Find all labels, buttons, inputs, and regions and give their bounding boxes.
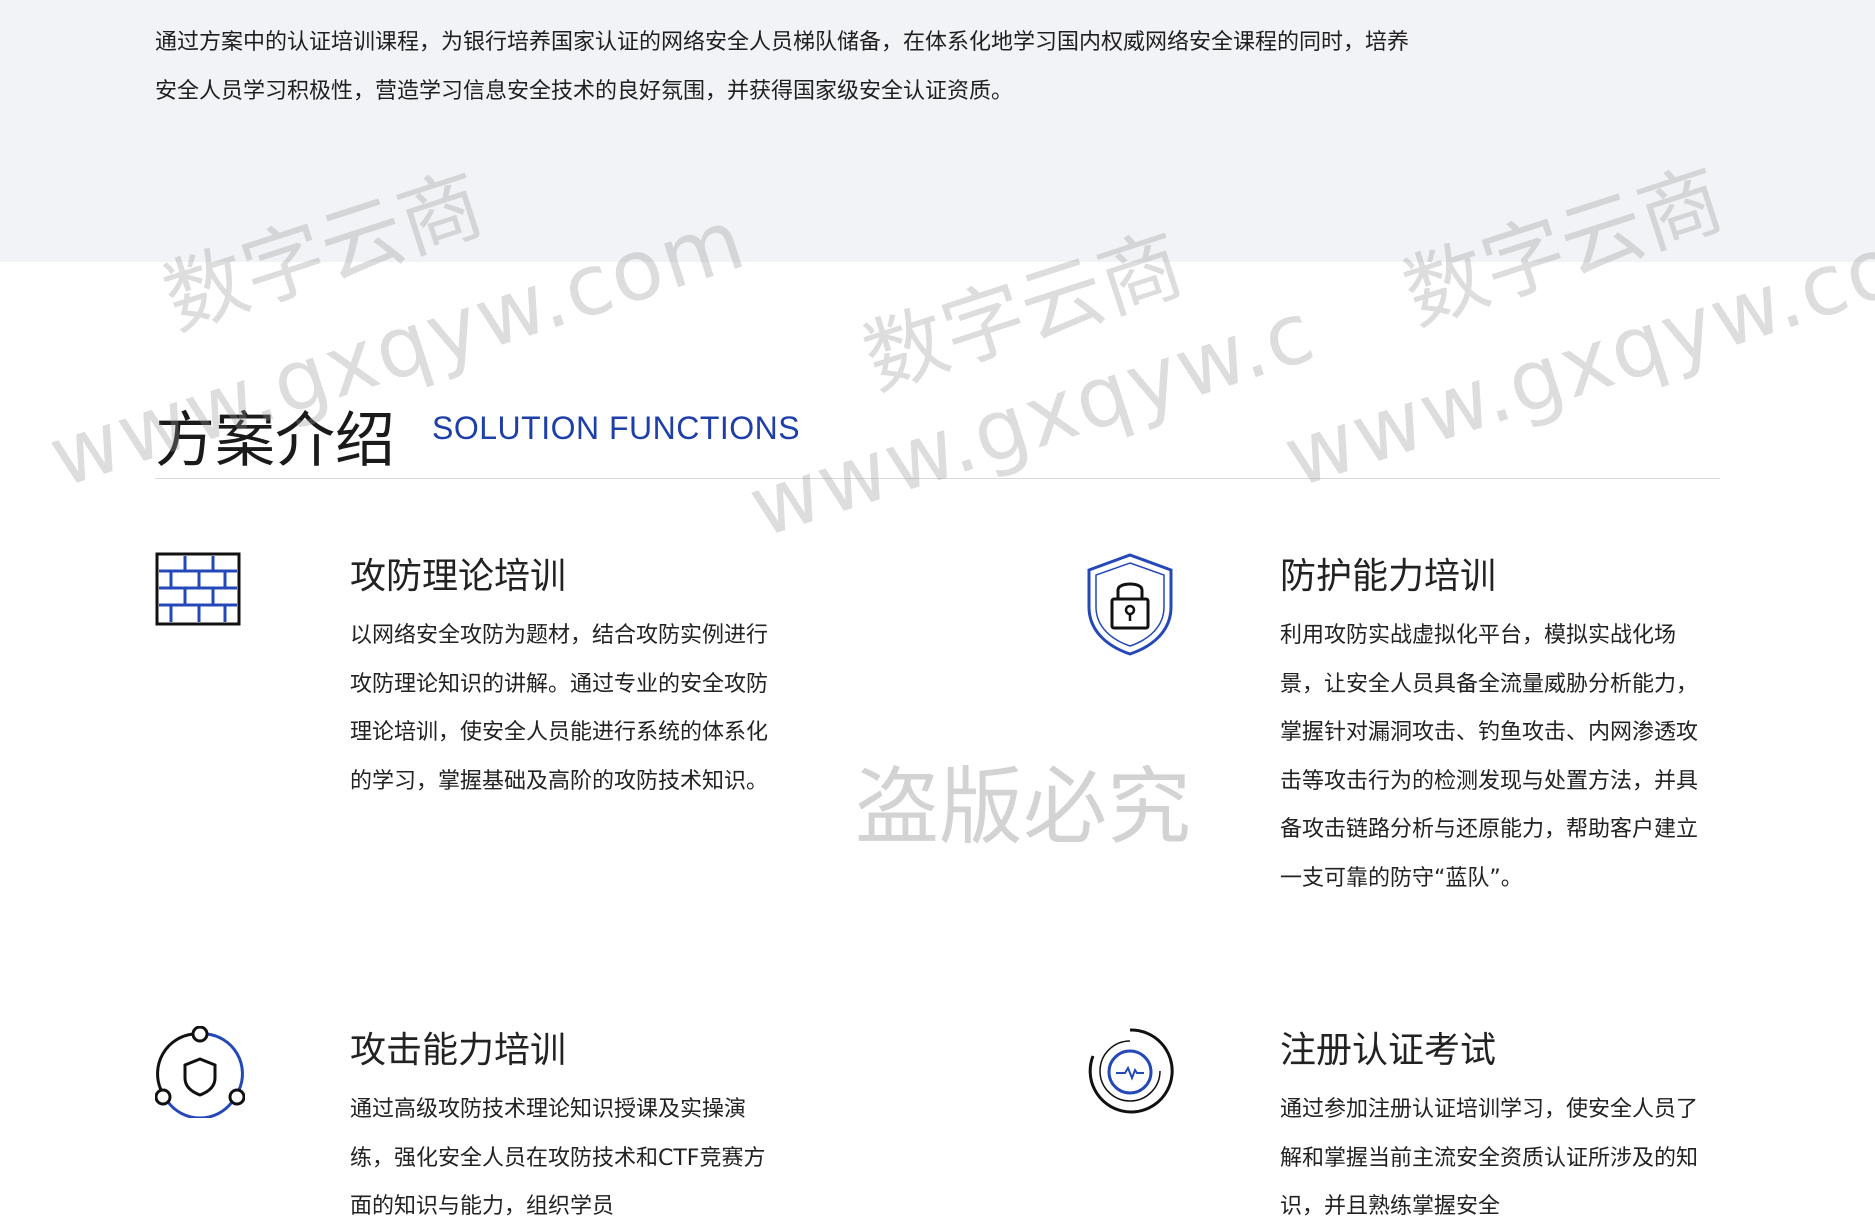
- certificate-pulse-icon: [1085, 1026, 1175, 1136]
- shield-lock-icon: [1085, 552, 1175, 662]
- feature-title: 注册认证考试: [1280, 1030, 1497, 1071]
- feature-title: 防护能力培训: [1280, 556, 1497, 597]
- section-title: 方案介绍: [155, 406, 395, 476]
- watermark-anti-piracy: 盗版必究: [855, 758, 1192, 856]
- shield-network-icon: [155, 1026, 245, 1136]
- feature-description: 通过高级攻防技术理论知识授课及实操演练，强化安全人员在攻防技术和CTF竞赛方面的…: [350, 1097, 766, 1219]
- firewall-brick-icon: [155, 552, 245, 662]
- section-subtitle: SOLUTION FUNCTIONS: [432, 410, 801, 446]
- intro-band: 通过方案中的认证培训课程，为银行培养国家认证的网络安全人员梯队储备，在体系化地学…: [0, 0, 1875, 262]
- feature-title: 攻防理论培训: [350, 556, 567, 597]
- intro-text: 通过方案中的认证培训课程，为银行培养国家认证的网络安全人员梯队储备，在体系化地学…: [155, 30, 1410, 104]
- feature-description: 利用攻防实战虚拟化平台，模拟实战化场景，让安全人员具备全流量威胁分析能力，掌握针…: [1280, 623, 1699, 891]
- feature-title: 攻击能力培训: [350, 1030, 567, 1071]
- feature-description: 通过参加注册认证培训学习，使安全人员了解和掌握当前主流安全资质认证所涉及的知识，…: [1280, 1097, 1699, 1219]
- section-header: 方案介绍 SOLUTION FUNCTIONS: [155, 400, 1720, 479]
- feature-description: 以网络安全攻防为题材，结合攻防实例进行攻防理论知识的讲解。通过专业的安全攻防理论…: [350, 623, 769, 794]
